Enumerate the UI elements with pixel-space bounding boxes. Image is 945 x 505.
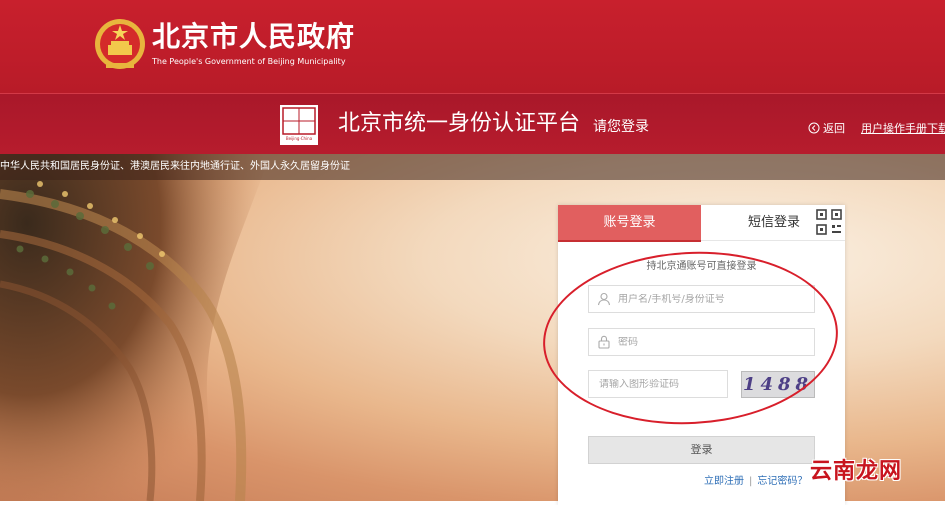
bottom-links: 立即注册 | 忘记密码？ xyxy=(704,472,807,487)
user-manual-download-link[interactable]: 用户操作手册下载 xyxy=(861,120,945,136)
captcha-field[interactable] xyxy=(588,370,728,398)
account-hint: 持北京通账号可直接登录 xyxy=(646,261,757,272)
captcha-image[interactable]: 1488 xyxy=(741,371,815,398)
username-field[interactable] xyxy=(588,285,815,313)
site-watermark: 云南龙网 xyxy=(810,459,903,484)
tab-account-login[interactable]: 账号登录 xyxy=(558,205,701,242)
forgot-password-link[interactable]: 忘记密码？ xyxy=(757,476,807,487)
national-emblem-icon xyxy=(95,19,145,69)
government-subtitle: The People's Government of Beijing Munic… xyxy=(152,57,346,66)
register-link[interactable]: 立即注册 xyxy=(704,476,744,487)
platform-header: Beijing·China 北京市统一身份认证平台 请您登录 返回 用户操作手册… xyxy=(0,93,945,155)
login-button[interactable]: 登录 xyxy=(588,436,815,464)
link-separator: | xyxy=(749,476,753,487)
top-header: 北京市人民政府 The People's Government of Beiji… xyxy=(0,0,945,93)
beijing-seal-logo: Beijing·China xyxy=(280,105,318,145)
palace-roof-image xyxy=(0,154,270,501)
tab-sms-login[interactable]: 短信登录 xyxy=(701,205,845,241)
user-icon xyxy=(597,292,611,306)
accepted-documents-notice: 中华人民共和国居民身份证、港澳居民来往内地通行证、外国人永久居留身份证 xyxy=(0,154,945,180)
qr-code-icon[interactable] xyxy=(816,209,842,235)
login-prompt: 请您登录 xyxy=(593,119,649,135)
captcha-input[interactable] xyxy=(589,378,724,390)
password-field[interactable] xyxy=(588,328,815,356)
government-title: 北京市人民政府 xyxy=(152,20,356,53)
login-panel: 账号登录 短信登录 持北京通账号可直接登录 用户名/手机号/身份证号 请输入图形… xyxy=(558,205,845,505)
password-input[interactable] xyxy=(618,336,778,348)
back-arrow-icon xyxy=(808,122,820,134)
username-input[interactable] xyxy=(618,293,778,305)
tab-sms-label: 短信登录 xyxy=(748,215,801,230)
back-label: 返回 xyxy=(823,122,845,135)
platform-title: 北京市统一身份认证平台 xyxy=(338,111,581,136)
back-link[interactable]: 返回 xyxy=(808,120,845,136)
lock-icon xyxy=(598,335,610,349)
seal-caption: Beijing·China xyxy=(286,136,313,141)
